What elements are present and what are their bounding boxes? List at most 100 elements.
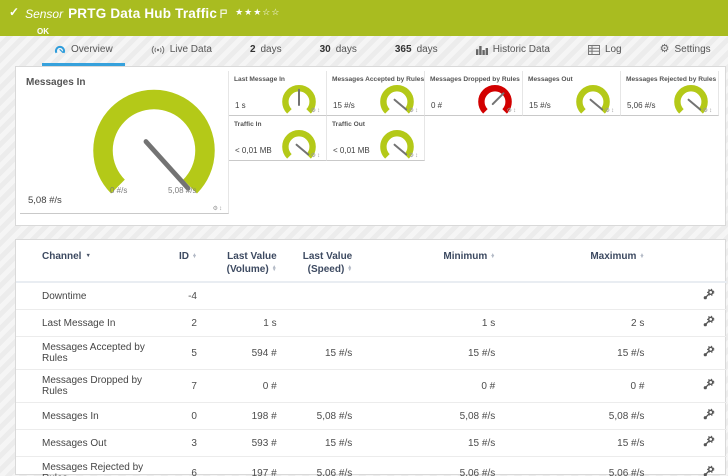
gauge-pin-icon[interactable]: ↕	[219, 206, 223, 212]
channel-minimum-cell: 1 s	[360, 310, 503, 337]
bar-chart-icon	[476, 45, 488, 55]
channel-name-cell: Messages Accepted by Rules	[16, 337, 169, 370]
sort-icon: ▲▼	[490, 254, 495, 260]
channel-maximum-cell: 15 #/s	[503, 430, 652, 457]
column-header-maximum[interactable]: Maximum▲▼	[503, 242, 652, 282]
channel-id-cell: -4	[169, 282, 205, 310]
channel-name-cell: Downtime	[16, 282, 169, 310]
channel-last-speed-cell: 5,06 #/s	[285, 457, 361, 476]
channel-maximum-cell: 15 #/s	[503, 337, 652, 370]
gauge-row-1: Last Message In 1 s ⚙↕ Messages Accepted…	[229, 71, 721, 116]
channel-table: Channel▼ ID▲▼ Last Value(Volume)▲▼ Last …	[16, 242, 727, 476]
channel-maximum-cell: 0 #	[503, 370, 652, 403]
channel-settings-icon[interactable]	[702, 440, 715, 451]
channel-id-cell: 2	[169, 310, 205, 337]
channel-minimum-cell: 0 #	[360, 370, 503, 403]
channel-settings-icon[interactable]	[702, 470, 715, 476]
gauge-pin-icon[interactable]: ↕	[709, 108, 713, 114]
column-header-minimum[interactable]: Minimum▲▼	[360, 242, 503, 282]
channel-minimum-cell: 5,06 #/s	[360, 457, 503, 476]
channel-name-cell: Messages Out	[16, 430, 169, 457]
sensor-status-badge: OK	[37, 27, 728, 36]
overview-gauges-panel: Messages In 0 #/s 5,08 #/s 5,08 #/s ⚙↕ L…	[15, 66, 726, 226]
channel-maximum-cell: 5,06 #/s	[503, 457, 652, 476]
tab-overview[interactable]: Overview	[42, 36, 125, 66]
channel-id-cell: 0	[169, 403, 205, 430]
channel-maximum-cell: 5,08 #/s	[503, 403, 652, 430]
channel-settings-icon[interactable]	[702, 413, 715, 424]
gauge-value: 5,08 #/s	[28, 195, 62, 206]
table-row: Downtime -4	[16, 282, 727, 310]
sort-icon: ▲▼	[639, 254, 644, 260]
column-header-actions	[652, 242, 727, 282]
channel-maximum-cell: 2 s	[503, 310, 652, 337]
gauge-pin-icon[interactable]: ↕	[415, 108, 419, 114]
channel-last-volume-cell: 1 s	[205, 310, 285, 337]
gauge-row-2: Traffic In < 0,01 MB ⚙↕ Traffic Out < 0,…	[229, 116, 721, 161]
channel-name-cell: Messages Rejected by Rules	[16, 457, 169, 476]
tab-settings[interactable]: ⚙ Settings	[648, 36, 723, 66]
gauge-tile-messages-in: Messages In 0 #/s 5,08 #/s 5,08 #/s ⚙↕	[20, 71, 229, 214]
channel-id-cell: 7	[169, 370, 205, 403]
channel-last-speed-cell	[285, 310, 361, 337]
channel-last-speed-cell: 15 #/s	[285, 337, 361, 370]
table-row: Messages Rejected by Rules 6 197 # 5,06 …	[16, 457, 727, 476]
priority-stars[interactable]: ★★★☆☆	[235, 5, 280, 18]
small-gauge-grid: Last Message In 1 s ⚙↕ Messages Accepted…	[229, 71, 721, 221]
table-icon	[588, 45, 600, 55]
table-row: Messages Dropped by Rules 7 0 # 0 # 0 #	[16, 370, 727, 403]
tab-historic-data[interactable]: Historic Data	[464, 36, 562, 66]
channel-last-speed-cell	[285, 282, 361, 310]
column-header-last-value-speed[interactable]: Last Value(Speed)▲▼	[285, 242, 361, 282]
channel-last-volume-cell: 198 #	[205, 403, 285, 430]
table-row: Messages In 0 198 # 5,08 #/s 5,08 #/s 5,…	[16, 403, 727, 430]
gauge-icon	[54, 44, 66, 55]
column-header-channel[interactable]: Channel▼	[16, 242, 169, 282]
channel-settings-icon[interactable]	[702, 293, 715, 304]
gauge-pin-icon[interactable]: ↕	[317, 153, 321, 159]
channel-last-speed-cell	[285, 370, 361, 403]
tab-30-days[interactable]: 30 days	[308, 36, 369, 66]
gauge-tile-messages-rejected: Messages Rejected by Rules 5,06 #/s ⚙↕	[621, 71, 719, 116]
table-row: Last Message In 2 1 s 1 s 2 s	[16, 310, 727, 337]
tab-live-data[interactable]: Live Data	[139, 36, 224, 66]
sensor-title: PRTG Data Hub Traffic	[68, 6, 217, 21]
tab-365-days[interactable]: 365 days	[383, 36, 450, 66]
gauge-messages-in	[79, 80, 229, 215]
channel-settings-icon[interactable]	[702, 350, 715, 361]
tab-log[interactable]: Log	[576, 36, 634, 66]
column-header-last-value-volume[interactable]: Last Value(Volume)▲▼	[205, 242, 285, 282]
channel-last-speed-cell: 5,08 #/s	[285, 403, 361, 430]
gauge-pin-icon[interactable]: ↕	[513, 108, 517, 114]
table-header-row: Channel▼ ID▲▼ Last Value(Volume)▲▼ Last …	[16, 242, 727, 282]
table-row: Messages Accepted by Rules 5 594 # 15 #/…	[16, 337, 727, 370]
gauge-tile-traffic-in: Traffic In < 0,01 MB ⚙↕	[229, 116, 327, 161]
gauge-tile-messages-out: Messages Out 15 #/s ⚙↕	[523, 71, 621, 116]
channel-minimum-cell: 5,08 #/s	[360, 403, 503, 430]
flag-icon[interactable]	[220, 5, 227, 23]
gauge-pin-icon[interactable]: ↕	[415, 153, 419, 159]
channel-minimum-cell: 15 #/s	[360, 337, 503, 370]
gauge-scale-max: 5,08 #/s	[168, 186, 196, 195]
sort-icon: ▲▼	[272, 266, 277, 272]
channel-settings-icon[interactable]	[702, 320, 715, 331]
channel-maximum-cell	[503, 282, 652, 310]
channel-last-volume-cell	[205, 282, 285, 310]
channel-id-cell: 3	[169, 430, 205, 457]
sort-icon: ▲▼	[347, 266, 352, 272]
channel-last-volume-cell: 0 #	[205, 370, 285, 403]
sensor-tabbar: Overview Live Data 2 days 30 days 365 da…	[0, 36, 728, 66]
gauge-scale-min: 0 #/s	[110, 186, 127, 195]
channel-settings-icon[interactable]	[702, 383, 715, 394]
column-header-id[interactable]: ID▲▼	[169, 242, 205, 282]
gauge-pin-icon[interactable]: ↕	[317, 108, 321, 114]
channel-name-cell: Last Message In	[16, 310, 169, 337]
sort-desc-icon: ▼	[85, 253, 90, 259]
channel-last-volume-cell: 197 #	[205, 457, 285, 476]
channel-name-cell: Messages Dropped by Rules	[16, 370, 169, 403]
channel-id-cell: 6	[169, 457, 205, 476]
channel-name-cell: Messages In	[16, 403, 169, 430]
ok-check-icon: ✓	[9, 5, 19, 19]
tab-2-days[interactable]: 2 days	[238, 36, 294, 66]
gauge-pin-icon[interactable]: ↕	[611, 108, 615, 114]
